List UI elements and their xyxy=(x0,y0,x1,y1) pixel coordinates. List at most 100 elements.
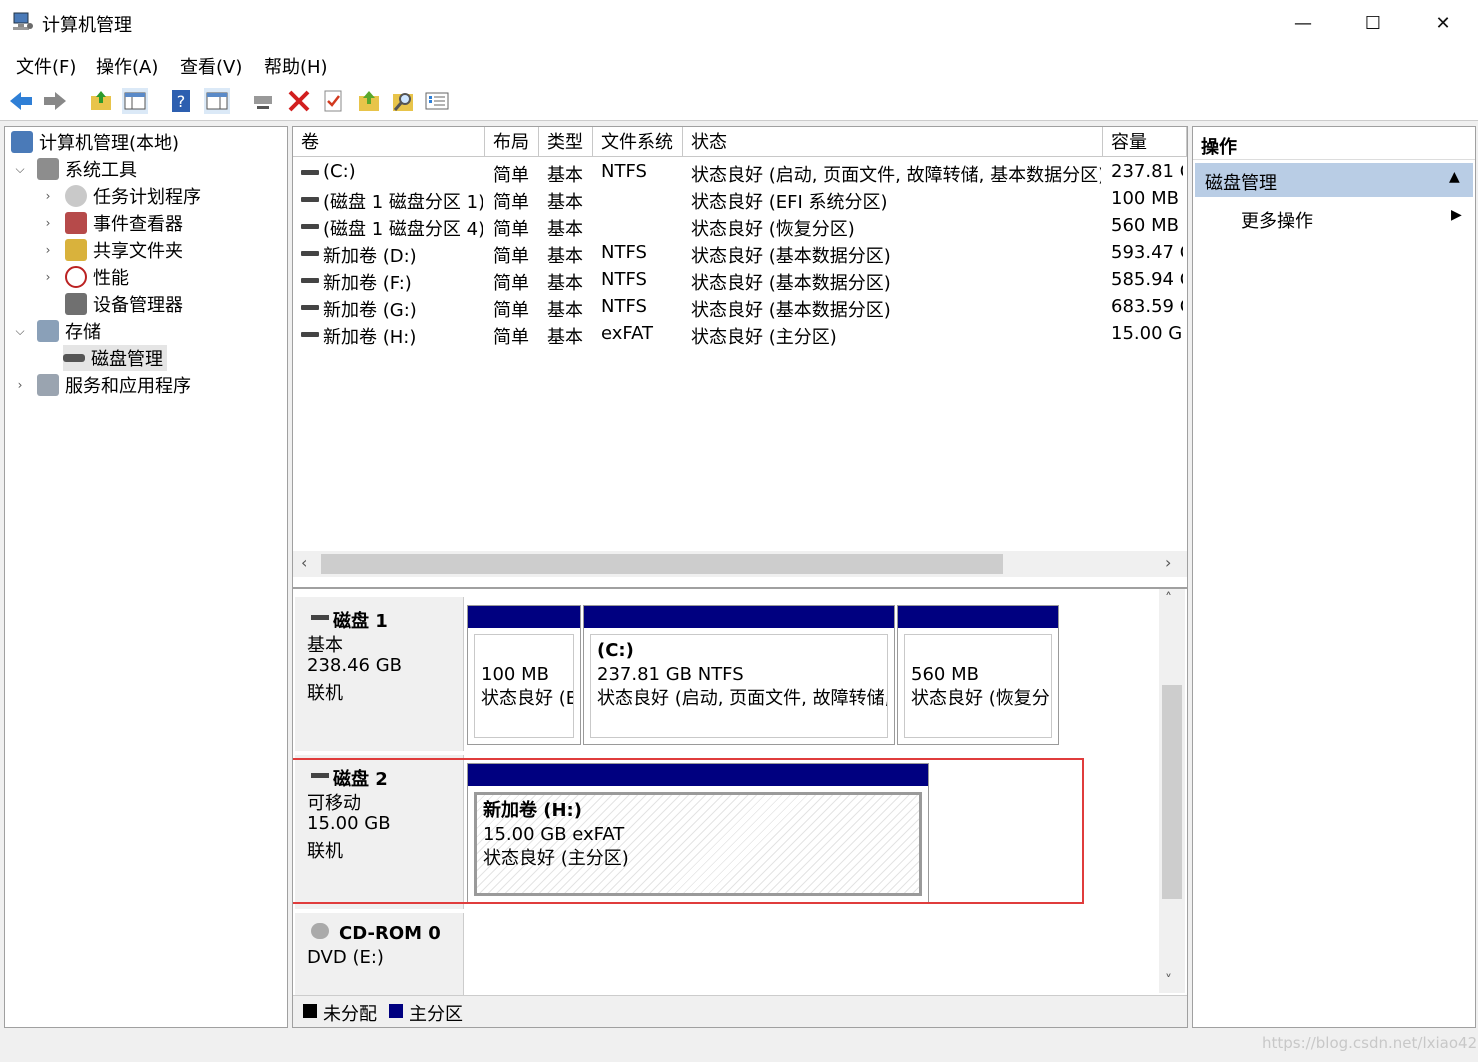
chevron-right-icon[interactable]: › xyxy=(41,189,55,203)
action-header: 操作 xyxy=(1193,127,1475,160)
volume-cell-status: 状态良好 (基本数据分区) xyxy=(691,246,891,267)
drive-icon xyxy=(301,224,319,229)
volume-row[interactable]: 新加卷 (D:) 简单基本 NTFS 状态良好 (基本数据分区) 593.47 G xyxy=(293,240,1187,267)
volume-cell-vol: 新加卷 (G:) xyxy=(323,300,417,321)
chevron-down-icon[interactable]: ⌵ xyxy=(13,324,27,339)
disk1-info[interactable]: 磁盘 1 基本 238.46 GB 联机 xyxy=(295,597,464,751)
volume-cell-vol: 新加卷 (F:) xyxy=(323,273,412,294)
highlight-box xyxy=(293,758,1084,904)
tree-item-services[interactable]: › 服务和应用程序 xyxy=(13,372,191,398)
chevron-right-icon[interactable]: › xyxy=(41,216,55,230)
volume-row[interactable]: 新加卷 (G:) 简单基本 NTFS 状态良好 (基本数据分区) 683.59 G xyxy=(293,294,1187,321)
disk1-partition-c[interactable]: (C:) 237.81 GB NTFS 状态良好 (启动, 页面文件, 故障转储… xyxy=(583,605,895,745)
column-header-type[interactable]: 类型 xyxy=(539,127,593,157)
search-icon[interactable] xyxy=(390,88,416,114)
tree-item-disk-management[interactable]: 磁盘管理 xyxy=(63,345,167,371)
vertical-scrollbar[interactable]: ˄ ˅ xyxy=(1159,589,1185,993)
column-header-volume[interactable]: 卷 xyxy=(293,127,485,157)
tree-label-performance: 性能 xyxy=(93,268,129,289)
horizontal-scrollbar[interactable]: ‹ › xyxy=(293,551,1187,577)
services-icon xyxy=(37,374,59,396)
volume-cell-cap: 585.94 G xyxy=(1111,269,1183,290)
volume-row[interactable]: (C:) 简单 基本 NTFS 状态良好 (启动, 页面文件, 故障转储, 基本数据分区… xyxy=(293,159,1187,186)
cdrom-info[interactable]: CD-ROM 0 DVD (E:) xyxy=(295,913,464,999)
column-header-status[interactable]: 状态 xyxy=(683,127,1103,157)
volume-cell-vol: (磁盘 1 磁盘分区 4) xyxy=(323,219,483,240)
back-icon[interactable] xyxy=(8,88,34,114)
tree-item-task-scheduler[interactable]: › 任务计划程序 xyxy=(41,183,201,209)
help-icon[interactable]: ? xyxy=(168,88,194,114)
legend: 未分配 主分区 xyxy=(293,995,1187,1027)
chevron-right-icon[interactable]: › xyxy=(41,270,55,284)
action-section-disk-management[interactable]: 磁盘管理 ▲ xyxy=(1195,163,1473,197)
volume-row[interactable]: (磁盘 1 磁盘分区 4) 简单 基本 状态良好 (恢复分区) 560 MB xyxy=(293,213,1187,240)
properties-pane-icon[interactable] xyxy=(204,88,230,114)
disk1-partition-recovery[interactable]: 560 MB 状态良好 (恢复分 xyxy=(897,605,1059,745)
partition-title: (C:) xyxy=(597,640,634,661)
maximize-button[interactable]: ☐ xyxy=(1338,0,1408,46)
computer-management-icon xyxy=(13,12,33,30)
delete-icon[interactable] xyxy=(286,88,312,114)
forward-icon[interactable] xyxy=(42,88,68,114)
minimize-button[interactable]: — xyxy=(1268,0,1338,46)
volume-row[interactable]: 新加卷 (F:) 简单基本 NTFS 状态良好 (基本数据分区) 585.94 G xyxy=(293,267,1187,294)
chevron-down-icon[interactable]: ⌵ xyxy=(13,162,27,177)
tree-item-performance[interactable]: › 性能 xyxy=(41,264,129,290)
volume-cell-type: 基本 xyxy=(547,165,583,186)
volume-row[interactable]: (磁盘 1 磁盘分区 1) 简单 基本 状态良好 (EFI 系统分区) 100 MB xyxy=(293,186,1187,213)
tree-item-system-tools[interactable]: ⌵ 系统工具 xyxy=(13,156,137,182)
column-header-layout[interactable]: 布局 xyxy=(485,127,539,157)
column-header-filesystem[interactable]: 文件系统 xyxy=(593,127,683,157)
scroll-left-icon[interactable]: ‹ xyxy=(301,553,307,572)
partition-status: 状态良好 (启动, 页面文件, 故障转储, xyxy=(597,688,888,709)
tree-item-shared-folders[interactable]: › 共享文件夹 xyxy=(41,237,183,263)
list-icon[interactable] xyxy=(424,88,450,114)
import-icon[interactable] xyxy=(356,88,382,114)
partition-size: 560 MB xyxy=(911,664,979,685)
volume-cell-fs: NTFS xyxy=(601,242,647,263)
chevron-right-icon[interactable]: › xyxy=(41,243,55,257)
menu-bar: 文件(F) 操作(A) 查看(V) 帮助(H) xyxy=(0,46,1478,83)
scrollbar-thumb[interactable] xyxy=(1162,685,1182,899)
volume-cell-type: 基本 xyxy=(547,246,583,267)
up-folder-icon[interactable] xyxy=(88,88,114,114)
close-button[interactable]: ✕ xyxy=(1408,0,1478,46)
scroll-down-icon[interactable]: ˅ xyxy=(1165,973,1172,989)
volume-list: 卷 布局 类型 文件系统 状态 容量 (C:) 简单 基本 NTFS 状态良好 (启动,… xyxy=(292,126,1188,588)
menu-action[interactable]: 操作(A) xyxy=(96,53,158,79)
tree-item-device-manager[interactable]: 设备管理器 xyxy=(65,291,183,317)
tree-item-event-viewer[interactable]: › 事件查看器 xyxy=(41,210,183,236)
menu-view[interactable]: 查看(V) xyxy=(180,53,242,79)
event-viewer-icon xyxy=(65,212,87,234)
menu-file[interactable]: 文件(F) xyxy=(16,53,76,79)
tree-label-services: 服务和应用程序 xyxy=(65,376,191,397)
scroll-up-icon[interactable]: ˄ xyxy=(1165,591,1172,607)
collapse-icon[interactable]: ▲ xyxy=(1449,169,1460,185)
volume-cell-cap: 15.00 GE xyxy=(1111,323,1183,344)
chevron-right-icon[interactable]: › xyxy=(13,378,27,392)
volume-row[interactable]: 新加卷 (H:) 简单基本 exFAT 状态良好 (主分区) 15.00 GE xyxy=(293,321,1187,348)
show-tree-icon[interactable] xyxy=(122,88,148,114)
scrollbar-thumb[interactable] xyxy=(321,554,1003,574)
volume-cell-vol: 新加卷 (H:) xyxy=(323,327,417,348)
volume-cell-status: 状态良好 (EFI 系统分区) xyxy=(691,192,888,213)
storage-icon xyxy=(37,320,59,342)
scroll-right-icon[interactable]: › xyxy=(1165,553,1171,572)
cdrom-name: CD-ROM 0 xyxy=(339,923,441,944)
volume-cell-cap: 683.59 G xyxy=(1111,296,1183,317)
disk1-name: 磁盘 1 xyxy=(333,611,388,632)
tree-item-root[interactable]: 计算机管理(本地) xyxy=(11,129,179,155)
volume-cell-layout: 简单 xyxy=(493,327,529,348)
tree-item-storage[interactable]: ⌵ 存储 xyxy=(13,318,101,344)
connect-icon[interactable] xyxy=(250,88,276,114)
clock-icon xyxy=(65,185,87,207)
check-icon[interactable] xyxy=(320,88,346,114)
disk1-partition-efi[interactable]: 100 MB 状态良好 (E xyxy=(467,605,581,745)
column-header-capacity[interactable]: 容量 xyxy=(1103,127,1187,157)
action-header-label: 操作 xyxy=(1201,137,1237,158)
toolbar: ? xyxy=(0,82,1478,121)
action-more[interactable]: 更多操作 ▶ xyxy=(1195,201,1473,233)
primary-swatch xyxy=(389,1004,403,1018)
menu-help[interactable]: 帮助(H) xyxy=(264,53,328,79)
disk-icon xyxy=(311,615,329,620)
